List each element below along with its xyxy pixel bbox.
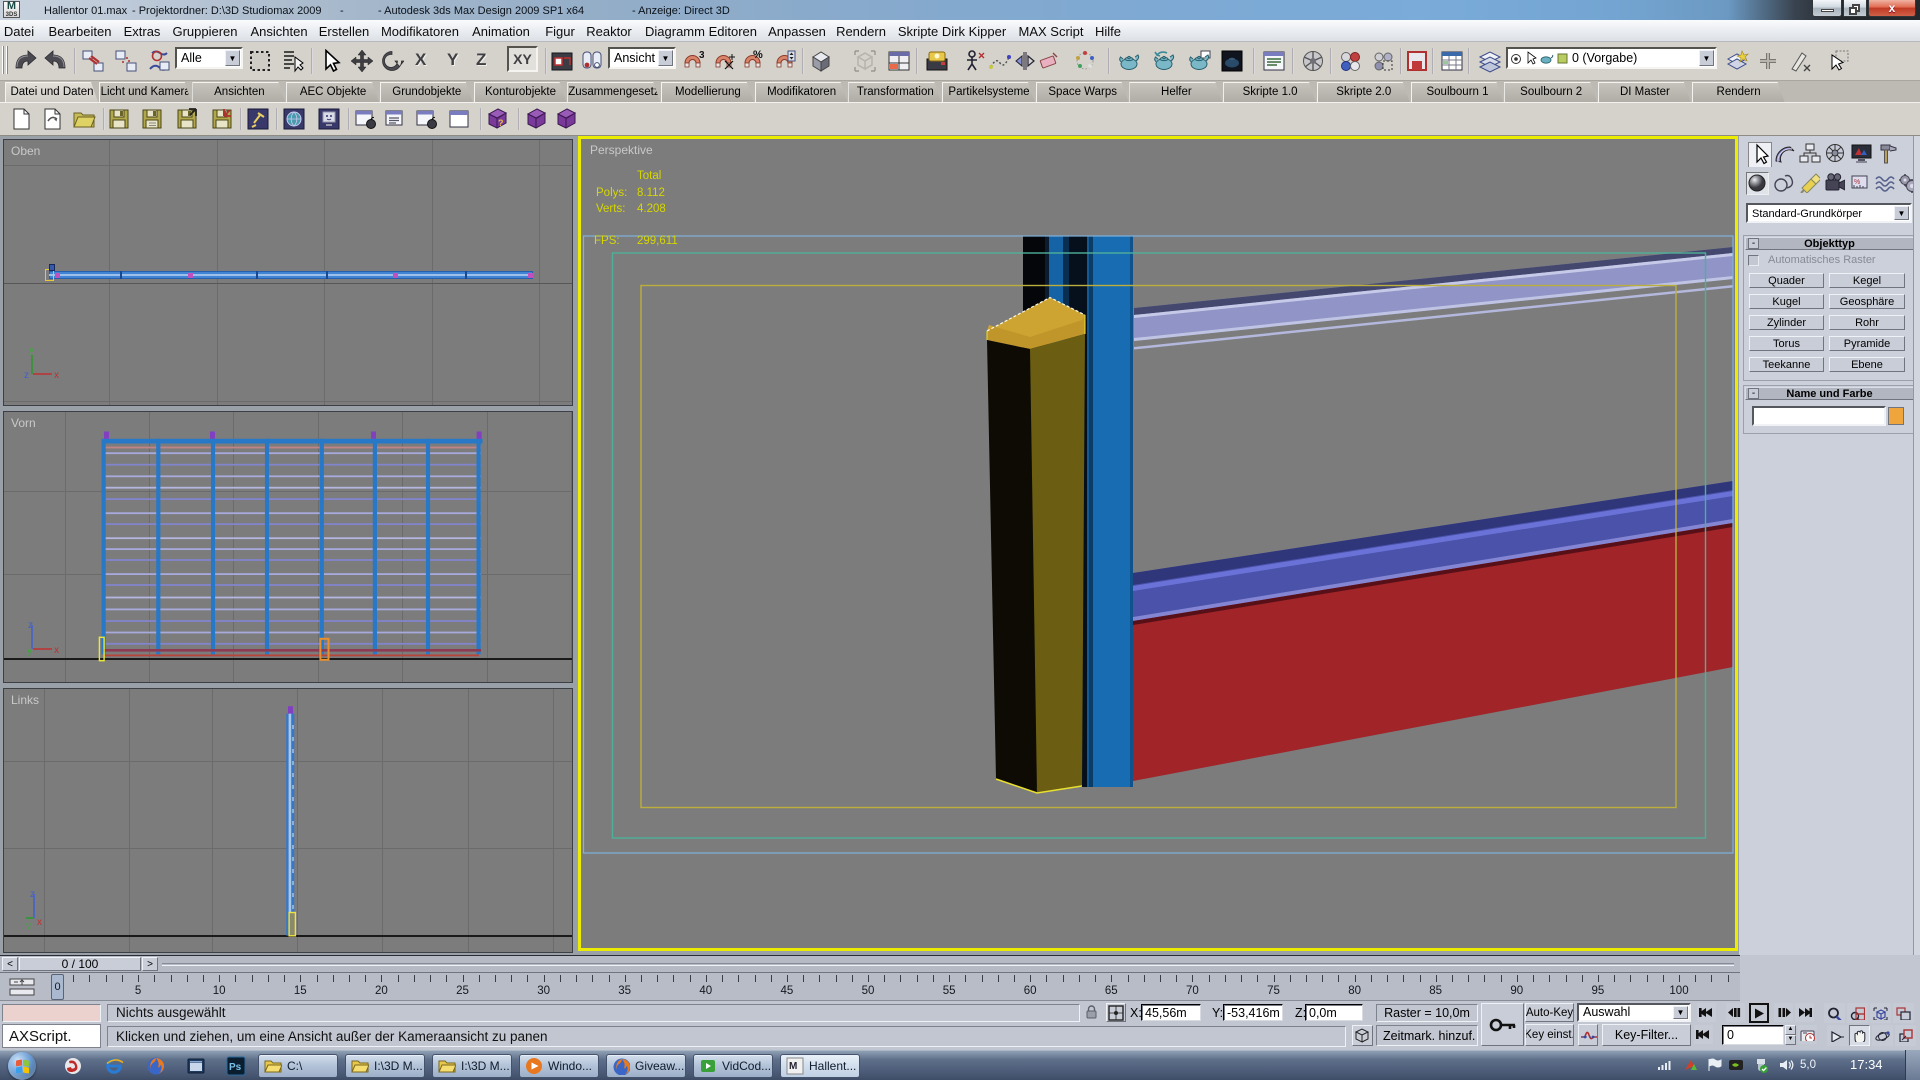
svg-text:Ps: Ps xyxy=(229,1062,242,1073)
svg-text:M: M xyxy=(789,1061,797,1072)
svg-text:z: z xyxy=(28,620,33,631)
svg-text:x: x xyxy=(37,917,42,928)
svg-text:%: % xyxy=(1854,179,1860,186)
svg-text:y: y xyxy=(26,921,31,929)
svg-text:y: y xyxy=(29,345,34,356)
svg-text:%: % xyxy=(753,49,763,61)
svg-text:x: x xyxy=(54,370,59,381)
svg-text:3: 3 xyxy=(699,50,704,61)
svg-text:z: z xyxy=(30,889,35,900)
svg-text:x: x xyxy=(54,645,59,656)
svg-text:?: ? xyxy=(498,118,504,128)
svg-text:z: z xyxy=(24,370,29,381)
svg-text:y: y xyxy=(27,646,32,657)
